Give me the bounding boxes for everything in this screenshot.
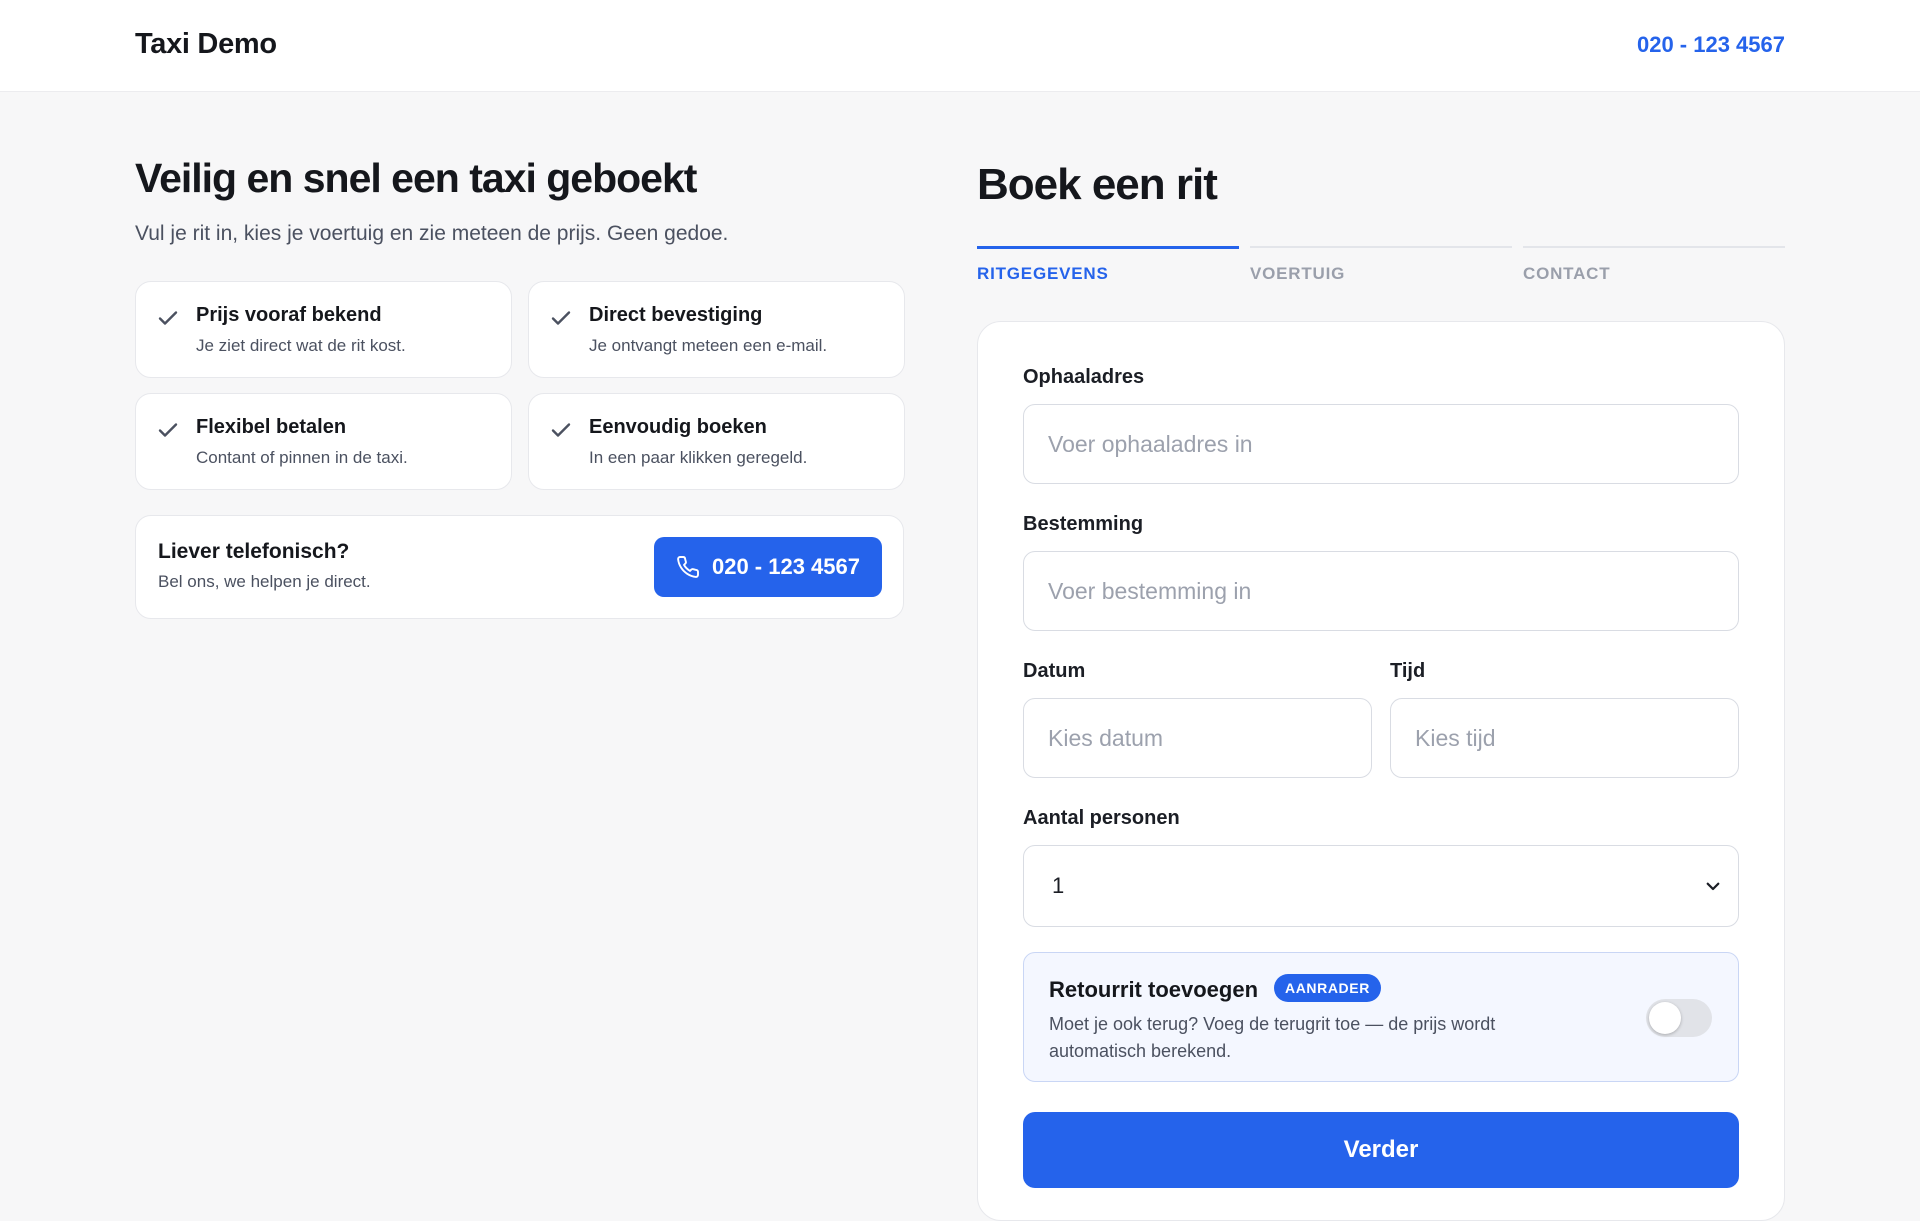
pickup-label: Ophaaladres <box>1023 366 1145 388</box>
booking-form-card: Ophaaladres Bestemming Datum Tijd Aantal… <box>977 321 1785 1221</box>
return-trip-description: Moet je ook terug? Voeg de terugrit toe … <box>1049 1014 1496 1061</box>
header-phone-link[interactable]: 020 - 123 4567 <box>1637 32 1785 58</box>
persons-select[interactable]: 1 <box>1023 845 1739 927</box>
top-navigation-bar: Taxi Demo 020 - 123 4567 <box>0 0 1920 92</box>
toggle-knob <box>1649 1002 1681 1034</box>
persons-label: Aantal personen <box>1023 807 1180 829</box>
feature-description: Contant of pinnen in de taxi. <box>196 448 408 467</box>
call-description: Bel ons, we helpen je direct. <box>158 572 371 591</box>
step-label: VOERTUIG <box>1250 264 1346 283</box>
check-icon <box>551 311 571 325</box>
recommended-badge: AANRADER <box>1274 974 1381 1002</box>
check-icon <box>158 423 178 437</box>
return-trip-title: Retourrit toevoegen <box>1049 977 1259 1002</box>
hero-title: Veilig en snel een taxi geboekt <box>135 155 697 201</box>
time-label: Tijd <box>1390 660 1426 682</box>
feature-title: Flexibel betalen <box>196 416 347 438</box>
return-trip-toggle[interactable] <box>1646 999 1712 1037</box>
step-tab-voertuig[interactable]: VOERTUIG <box>1250 246 1512 283</box>
feature-card-price: Prijs vooraf bekend Je ziet direct wat d… <box>135 281 512 378</box>
step-label: RITGEGEVENS <box>977 264 1109 283</box>
step-tab-contact[interactable]: CONTACT <box>1523 246 1785 283</box>
hero-subtitle: Vul je rit in, kies je voertuig en zie m… <box>135 222 729 245</box>
call-button-label: 020 - 123 4567 <box>711 554 861 579</box>
step-tab-ritgegevens[interactable]: RITGEGEVENS <box>977 246 1239 283</box>
destination-label: Bestemming <box>1023 513 1144 535</box>
persons-select-value: 1 <box>1052 873 1065 898</box>
feature-title: Prijs vooraf bekend <box>196 304 382 326</box>
feature-card-payment: Flexibel betalen Contant of pinnen in de… <box>135 393 512 490</box>
feature-card-booking: Eenvoudig boeken In een paar klikken ger… <box>528 393 905 490</box>
feature-title: Eenvoudig boeken <box>589 416 767 438</box>
step-label: CONTACT <box>1523 264 1611 283</box>
brand-logo[interactable]: Taxi Demo <box>135 28 277 61</box>
next-button[interactable]: Verder <box>1023 1112 1739 1188</box>
call-us-card: Liever telefonisch? Bel ons, we helpen j… <box>135 515 904 619</box>
chevron-down-icon <box>1706 882 1720 891</box>
pickup-address-input[interactable] <box>1023 404 1739 484</box>
phone-icon <box>677 556 699 578</box>
feature-card-confirmation: Direct bevestiging Je ontvangt meteen ee… <box>528 281 905 378</box>
time-input[interactable] <box>1390 698 1739 778</box>
check-icon <box>158 311 178 325</box>
call-button[interactable]: 020 - 123 4567 <box>654 537 882 597</box>
return-trip-panel: Retourrit toevoegen AANRADER Moet je ook… <box>1023 952 1739 1082</box>
feature-title: Direct bevestiging <box>589 304 763 326</box>
check-icon <box>551 423 571 437</box>
feature-description: Je ziet direct wat de rit kost. <box>196 336 406 355</box>
destination-input[interactable] <box>1023 551 1739 631</box>
feature-description: In een paar klikken geregeld. <box>589 448 808 467</box>
date-label: Datum <box>1023 660 1086 682</box>
date-input[interactable] <box>1023 698 1372 778</box>
feature-description: Je ontvangt meteen een e-mail. <box>589 336 828 355</box>
form-title: Boek een rit <box>977 160 1218 209</box>
call-title: Liever telefonisch? <box>158 540 350 563</box>
